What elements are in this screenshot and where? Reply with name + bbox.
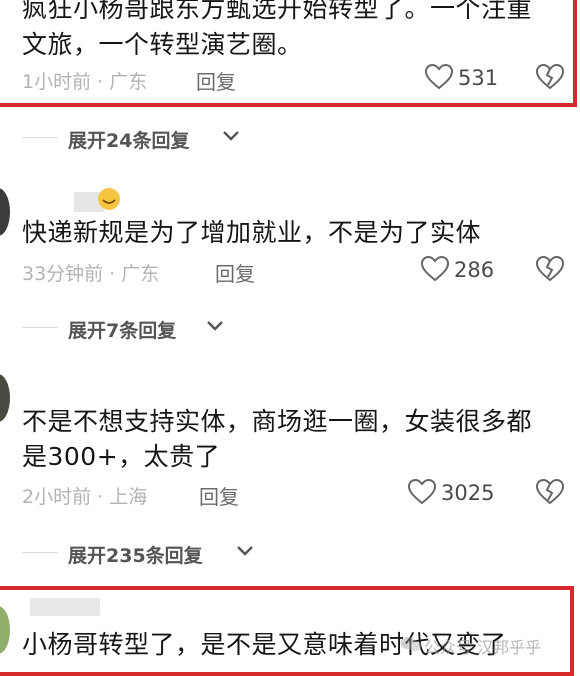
like-count: 3025 <box>441 481 495 505</box>
emoji-icon <box>96 186 122 212</box>
avatar[interactable] <box>0 188 10 236</box>
wechat-logo-icon <box>400 635 422 653</box>
reply-button[interactable]: 回复 <box>199 481 239 510</box>
comment-text-line: 快递新规是为了增加就业，不是为了实体 <box>22 218 482 247</box>
reply-button[interactable]: 回复 <box>196 66 236 95</box>
reply-button[interactable]: 回复 <box>215 258 255 287</box>
dislike-icon[interactable] <box>536 479 564 505</box>
expand-replies-button[interactable]: 展开24条回复 <box>68 126 189 153</box>
dislike-icon[interactable] <box>536 64 564 90</box>
comment-text-line: 不是不想支持实体，商场逛一圈，女装很多都 <box>22 407 533 436</box>
like-icon[interactable] <box>421 256 449 282</box>
comment-meta: 1小时前 · 广东 <box>22 71 148 93</box>
avatar[interactable] <box>0 374 10 422</box>
like-count: 531 <box>458 66 499 90</box>
comment-meta: 2小时前 · 上海 <box>22 486 148 508</box>
dislike-icon[interactable] <box>536 256 564 282</box>
chevron-down-icon <box>222 130 240 142</box>
comment-text-line: 是300+，太贵了 <box>22 442 221 471</box>
chevron-down-icon <box>236 545 254 557</box>
divider <box>22 137 58 138</box>
divider <box>22 552 58 553</box>
username-blurred <box>30 598 100 616</box>
expand-replies-button[interactable]: 展开7条回复 <box>68 316 176 343</box>
watermark-text: 公众号·汉邦乎乎 <box>424 638 542 657</box>
comment-text-line: 文旅，一个转型演艺圈。 <box>22 30 303 59</box>
chevron-down-icon <box>206 320 224 332</box>
divider <box>22 327 58 328</box>
expand-replies-button[interactable]: 展开235条回复 <box>68 541 203 568</box>
like-icon[interactable] <box>408 479 436 505</box>
like-icon[interactable] <box>425 64 453 90</box>
comment-text-line: 疯狂小杨哥跟东方甄选开始转型了。一个注重 <box>22 0 533 23</box>
comment-meta: 33分钟前 · 广东 <box>22 263 160 285</box>
like-count: 286 <box>454 258 495 282</box>
